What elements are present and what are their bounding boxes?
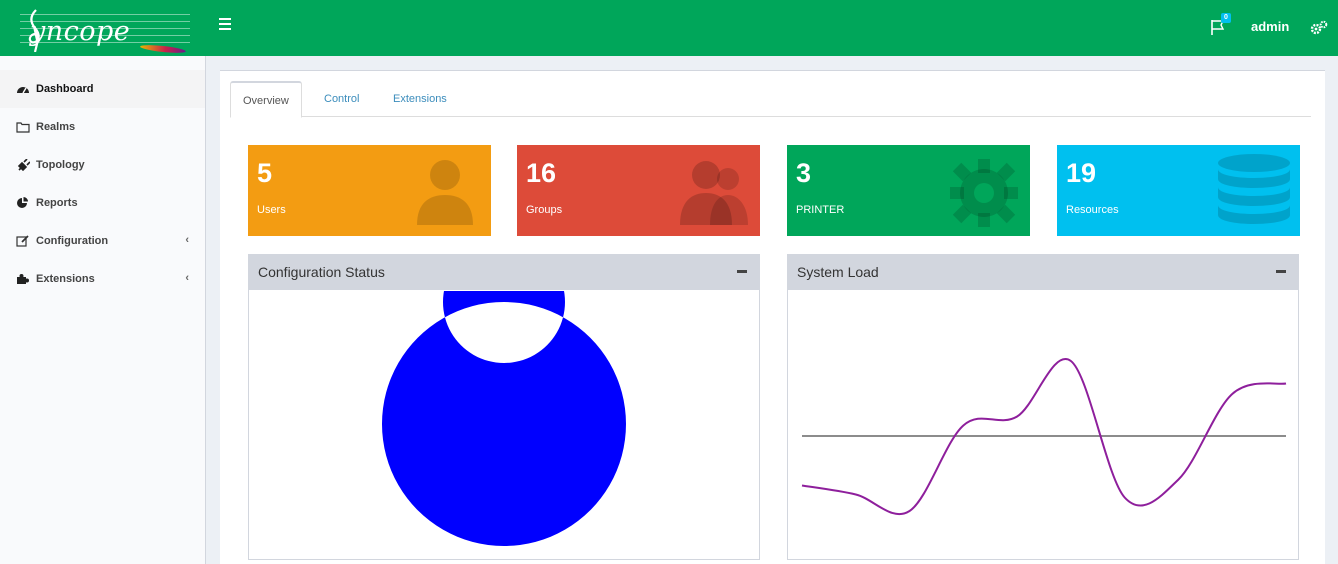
sidebar-item-label: Reports — [36, 197, 78, 209]
sidebar-item-label: Dashboard — [36, 83, 94, 95]
chevron-left-icon: ‹ — [185, 272, 189, 284]
gears-icon[interactable] — [1310, 20, 1328, 36]
notification-badge: 0 — [1221, 13, 1231, 23]
sidebar-item-configuration[interactable]: Configuration ‹ — [0, 222, 205, 260]
configuration-status-panel: Configuration Status — [248, 254, 760, 560]
dashboard-content: Overview Control Extensions 5 Users 16 G… — [220, 70, 1325, 564]
printer-label: PRINTER — [796, 204, 845, 216]
sidebar-item-label: Realms — [36, 121, 76, 133]
groups-count: 16 — [526, 158, 557, 188]
logo-feather — [139, 43, 187, 55]
pie-chart-icon — [17, 197, 28, 208]
users-tile[interactable]: 5 Users — [248, 145, 491, 236]
syncope-logo[interactable]: yncope — [8, 6, 198, 55]
groups-label: Groups — [526, 204, 563, 216]
sidebar-item-reports[interactable]: Reports — [0, 184, 205, 222]
users-count: 5 — [257, 158, 273, 188]
panel-header: System Load — [788, 255, 1298, 290]
tab-overview[interactable]: Overview — [230, 81, 302, 118]
users-label: Users — [257, 204, 286, 216]
sidebar-item-topology[interactable]: Topology — [0, 146, 205, 184]
minus-icon — [1276, 270, 1286, 273]
resources-label: Resources — [1066, 204, 1119, 216]
sidebar: Dashboard Realms Topology Reports Config… — [0, 56, 206, 564]
tab-extensions[interactable]: Extensions — [393, 81, 447, 117]
sidebar-item-extensions[interactable]: Extensions ‹ — [0, 260, 205, 298]
plug-icon — [17, 159, 30, 171]
user-menu[interactable]: admin — [1251, 19, 1289, 34]
dashboard-icon — [17, 87, 29, 94]
folder-icon — [16, 122, 30, 133]
collapse-button[interactable] — [1276, 264, 1286, 278]
system-load-chart — [801, 358, 1287, 516]
chevron-left-icon: ‹ — [185, 234, 189, 246]
system-load-panel: System Load — [787, 254, 1299, 560]
panel-title: System Load — [797, 264, 879, 280]
sidebar-toggle-button[interactable] — [219, 18, 231, 32]
database-icon — [1218, 154, 1290, 224]
printer-count: 3 — [796, 158, 812, 188]
logo-text: yncope — [30, 16, 131, 47]
sidebar-item-label: Extensions — [36, 273, 95, 285]
sidebar-item-label: Configuration — [36, 235, 109, 247]
configuration-status-chart — [381, 291, 626, 546]
tab-control[interactable]: Control — [324, 81, 359, 117]
collapse-button[interactable] — [737, 264, 747, 278]
panel-header: Configuration Status — [249, 255, 759, 290]
users-icon — [680, 161, 748, 225]
resources-count: 19 — [1066, 158, 1097, 188]
logo-staff-line — [20, 14, 190, 15]
sidebar-item-label: Topology — [36, 159, 85, 171]
user-icon — [417, 160, 473, 225]
top-navbar: yncope 0 admin — [0, 0, 1338, 56]
panel-title: Configuration Status — [258, 264, 385, 280]
resources-tile[interactable]: 19 Resources — [1057, 145, 1300, 236]
edit-icon — [16, 235, 29, 247]
gear-icon — [950, 159, 1018, 227]
printer-tile[interactable]: 3 PRINTER — [787, 145, 1030, 236]
tab-bar: Overview Control Extensions — [230, 81, 1311, 118]
minus-icon — [737, 270, 747, 273]
sidebar-item-realms[interactable]: Realms — [0, 108, 205, 146]
groups-tile[interactable]: 16 Groups — [517, 145, 760, 236]
sidebar-item-dashboard[interactable]: Dashboard — [0, 70, 205, 108]
puzzle-icon — [17, 274, 29, 284]
